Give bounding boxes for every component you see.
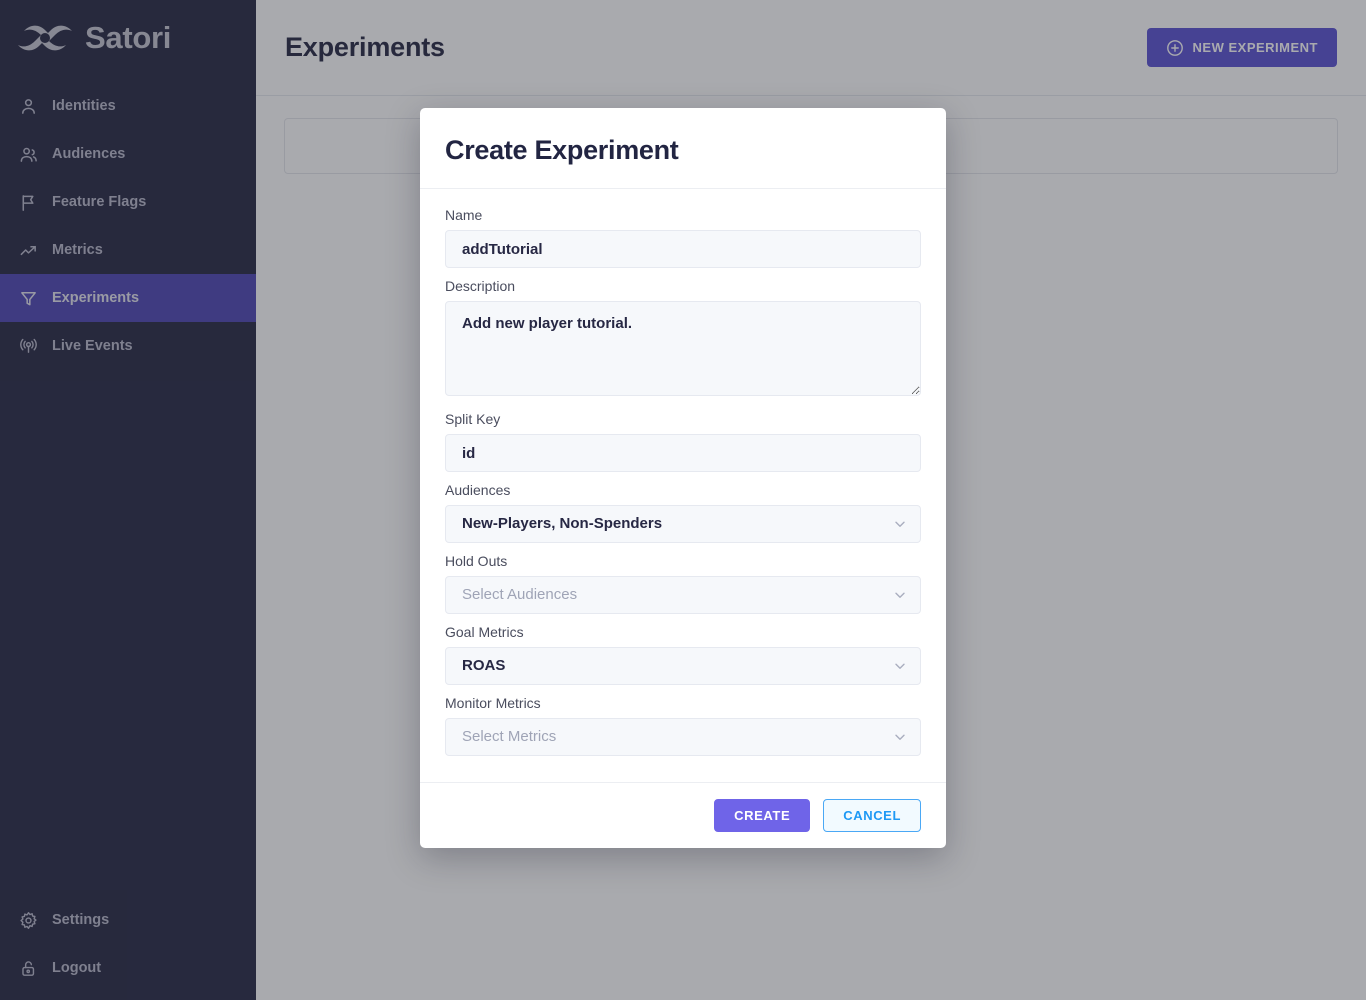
name-input[interactable] <box>445 230 921 268</box>
dialog-title: Create Experiment <box>445 135 679 165</box>
audiences-select[interactable]: New-Players, Non-Spenders <box>445 505 921 543</box>
description-label: Description <box>445 278 516 294</box>
monitor-metrics-select[interactable]: Select Metrics <box>445 718 921 756</box>
app-root: Satori Identities Audiences Feature Flag… <box>0 0 1366 1000</box>
dialog-header: Create Experiment <box>420 108 946 189</box>
split-key-label: Split Key <box>445 411 501 427</box>
field-hold-outs: Hold Outs Select Audiences <box>445 553 921 614</box>
field-split-key: Split Key <box>445 411 921 472</box>
hold-outs-select[interactable]: Select Audiences <box>445 576 921 614</box>
monitor-metrics-select-wrap: Select Metrics <box>445 718 921 756</box>
dialog-footer: CREATE CANCEL <box>420 782 946 848</box>
field-goal-metrics: Goal Metrics ROAS <box>445 624 921 685</box>
monitor-metrics-label: Monitor Metrics <box>445 695 541 711</box>
name-label: Name <box>445 207 483 223</box>
goal-metrics-label: Goal Metrics <box>445 624 524 640</box>
description-textarea[interactable]: Add new player tutorial. <box>445 301 921 396</box>
hold-outs-select-wrap: Select Audiences <box>445 576 921 614</box>
dialog-body: Name Description Add new player tutorial… <box>420 189 946 782</box>
goal-metrics-select[interactable]: ROAS <box>445 647 921 685</box>
audiences-select-wrap: New-Players, Non-Spenders <box>445 505 921 543</box>
field-name: Name <box>445 207 921 268</box>
field-monitor-metrics: Monitor Metrics Select Metrics <box>445 695 921 756</box>
create-button[interactable]: CREATE <box>714 799 811 832</box>
goal-metrics-select-wrap: ROAS <box>445 647 921 685</box>
create-experiment-dialog: Create Experiment Name Description Add n… <box>420 108 946 848</box>
audiences-label: Audiences <box>445 482 511 498</box>
field-description: Description Add new player tutorial. <box>445 278 921 401</box>
split-key-input[interactable] <box>445 434 921 472</box>
field-audiences: Audiences New-Players, Non-Spenders <box>445 482 921 543</box>
hold-outs-label: Hold Outs <box>445 553 508 569</box>
cancel-button[interactable]: CANCEL <box>823 799 921 832</box>
